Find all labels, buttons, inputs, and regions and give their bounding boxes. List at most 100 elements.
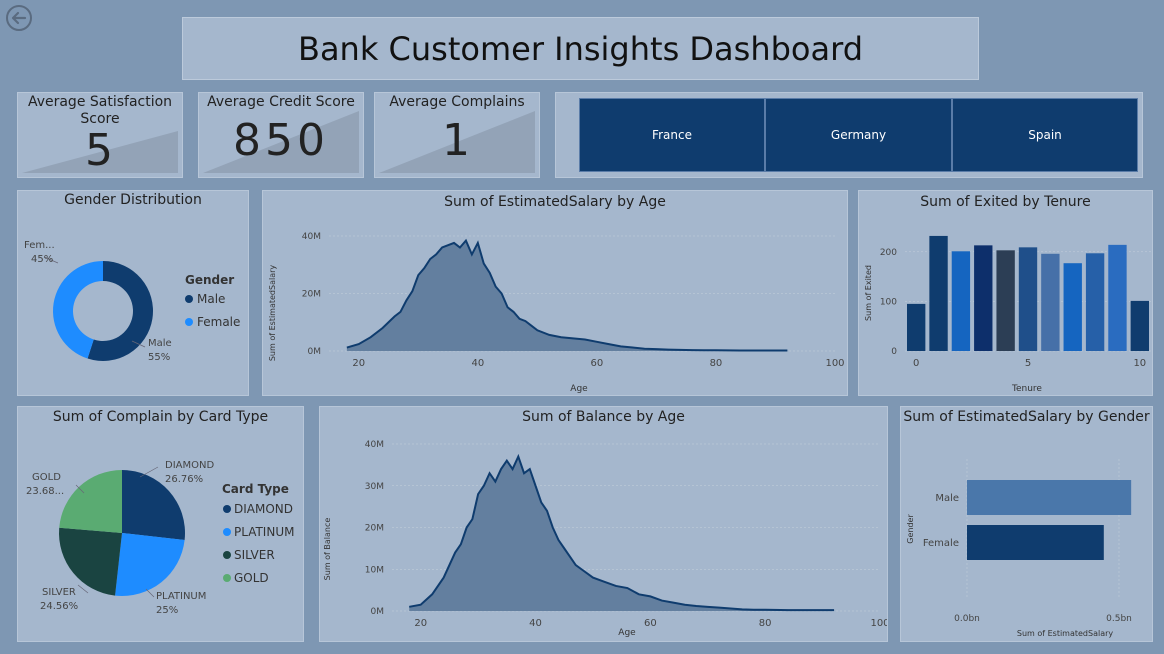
balance-age-ylabel: Sum of Balance	[323, 518, 332, 581]
salary-gender-bar-male[interactable]	[967, 480, 1132, 515]
exited-bar-0[interactable]	[907, 303, 926, 351]
pie-pct-silver: 24.56%	[40, 601, 78, 612]
pie-label-silver: SILVER	[42, 587, 76, 598]
legend-male-marker	[185, 295, 193, 303]
pie-pct-platinum: 25%	[156, 605, 178, 616]
balance-by-age-card: Sum of Balance by Age Sum of Balance Age…	[319, 406, 888, 642]
kpi-satisfaction-card: Average Satisfaction Score 5	[17, 92, 183, 178]
salary-by-gender-card: Sum of EstimatedSalary by Gender Gender …	[900, 406, 1153, 642]
dashboard-title-box: Bank Customer Insights Dashboard	[182, 17, 979, 80]
gender-chart-title: Gender Distribution	[64, 192, 202, 208]
exited-tenure-chart: Sum of Exited Tenure 0 100 200 0 5 10	[864, 235, 1151, 393]
salary-gender-bar-female[interactable]	[967, 525, 1104, 560]
balance-age-title: Sum of Balance by Age	[522, 409, 685, 425]
gender-legend-female[interactable]: Female	[197, 315, 240, 329]
balance-age-xlabel: Age	[618, 628, 636, 638]
salary-age-xtick: 40	[471, 358, 484, 369]
salary-age-xtick: 60	[591, 358, 604, 369]
exited-bar-5[interactable]	[1018, 247, 1038, 351]
pie-slice-silver[interactable]	[58, 527, 122, 596]
slicer-france-button[interactable]: France	[579, 98, 765, 172]
exited-by-tenure-card: Sum of Exited by Tenure Sum of Exited Te…	[858, 190, 1153, 396]
exited-xtick: 0	[913, 358, 919, 369]
balance-age-xtick: 60	[644, 618, 657, 629]
kpi-complains-card: Average Complains 1	[374, 92, 540, 178]
kpi-satisfaction-label: Average Satisfaction Score	[27, 94, 173, 127]
exited-bar-6[interactable]	[1041, 253, 1060, 351]
diamond-leader-line	[139, 466, 159, 478]
exited-tenure-title: Sum of Exited by Tenure	[920, 194, 1091, 210]
pie-slice-gold[interactable]	[59, 470, 122, 533]
gender-legend-title: Gender	[185, 273, 234, 287]
pie-slice-platinum[interactable]	[115, 533, 185, 596]
card-legend-title: Card Type	[222, 482, 289, 496]
salary-gender-ylabel: Gender	[906, 514, 915, 544]
legend-silver-marker	[223, 551, 231, 559]
salary-gender-xlabel: Sum of EstimatedSalary	[1017, 629, 1114, 638]
salary-gender-category: Male	[935, 493, 959, 504]
complain-by-card-card: Sum of Complain by Card Type DIAMOND 26.…	[17, 406, 304, 642]
gender-donut-svg: Fem... 45% Male 55% Gender Male Female	[24, 240, 240, 363]
exited-xtick: 5	[1025, 358, 1031, 369]
salary-age-xtick: 80	[710, 358, 723, 369]
exited-bar-4[interactable]	[996, 250, 1015, 351]
balance-age-ytick: 0M	[371, 607, 385, 617]
exited-bar-7[interactable]	[1063, 263, 1082, 351]
slicer-spain-button[interactable]: Spain	[952, 98, 1138, 172]
donut-pct-female: 45%	[31, 254, 53, 265]
card-legend-gold[interactable]: GOLD	[234, 571, 269, 585]
card-legend-diamond[interactable]: DIAMOND	[234, 502, 293, 516]
salary-gender-xtick: 0.0bn	[954, 614, 980, 624]
balance-age-xtick: 40	[529, 618, 542, 629]
salary-gender-xtick: 0.5bn	[1106, 614, 1132, 624]
back-arrow-icon[interactable]	[5, 4, 33, 32]
balance-age-ytick: 10M	[365, 565, 384, 575]
pie-label-gold: GOLD	[32, 472, 61, 483]
kpi-credit-label: Average Credit Score	[207, 94, 355, 110]
card-legend-platinum[interactable]: PLATINUM	[234, 525, 294, 539]
exited-bar-1[interactable]	[929, 235, 948, 351]
donut-pct-male: 55%	[148, 352, 170, 363]
legend-diamond-marker	[223, 505, 231, 513]
salary-age-area	[346, 240, 788, 351]
gender-legend-male[interactable]: Male	[197, 292, 225, 306]
exited-ytick: 100	[880, 297, 897, 307]
balance-age-ytick: 30M	[365, 482, 384, 492]
exited-ytick: 200	[880, 248, 897, 258]
salary-age-ylabel: Sum of EstimatedSalary	[268, 265, 277, 362]
balance-age-chart: Sum of Balance Age 0M 10M 20M 30M 40M 20 40 60 8…	[323, 440, 887, 638]
salary-age-xtick: 20	[352, 358, 365, 369]
gender-distribution-card: Gender Distribution Fem... 45% Male 55% …	[17, 190, 249, 396]
legend-platinum-marker	[223, 528, 231, 536]
kpi-credit-card: Average Credit Score 850	[198, 92, 364, 178]
exited-bar-9[interactable]	[1108, 244, 1127, 351]
exited-bar-2[interactable]	[951, 251, 971, 351]
salary-gender-title: Sum of EstimatedSalary by Gender	[903, 409, 1150, 425]
kpi-satisfaction-value: 5	[85, 125, 115, 176]
exited-ylabel: Sum of Exited	[864, 265, 873, 321]
exited-xlabel: Tenure	[1011, 384, 1042, 393]
salary-age-ytick: 40M	[302, 232, 321, 242]
salary-age-ytick: 20M	[302, 290, 321, 300]
pie-label-platinum: PLATINUM	[156, 591, 206, 602]
salary-gender-category: Female	[923, 538, 959, 549]
salary-age-xlabel: Age	[570, 384, 588, 393]
complain-card-title: Sum of Complain by Card Type	[52, 409, 269, 425]
country-slicer: France Germany Spain	[555, 92, 1143, 178]
balance-age-xtick: 80	[759, 618, 772, 629]
salary-gender-chart: Gender Sum of EstimatedSalary 0.0bn 0.5bn…	[906, 459, 1132, 638]
kpi-complains-label: Average Complains	[389, 94, 525, 110]
exited-bar-8[interactable]	[1085, 253, 1105, 351]
pie-label-diamond: DIAMOND	[165, 460, 214, 471]
platinum-leader-line	[145, 588, 155, 598]
kpi-complains-value: 1	[442, 115, 472, 166]
slicer-germany-button[interactable]: Germany	[765, 98, 952, 172]
legend-gold-marker	[223, 574, 231, 582]
exited-bar-3[interactable]	[974, 245, 993, 351]
silver-leader-line	[77, 584, 89, 594]
exited-bar-10[interactable]	[1130, 300, 1149, 351]
kpi-credit-value: 850	[233, 115, 329, 166]
balance-age-ytick: 20M	[365, 524, 384, 534]
card-legend-silver[interactable]: SILVER	[234, 548, 275, 562]
balance-age-ytick: 40M	[365, 440, 384, 450]
